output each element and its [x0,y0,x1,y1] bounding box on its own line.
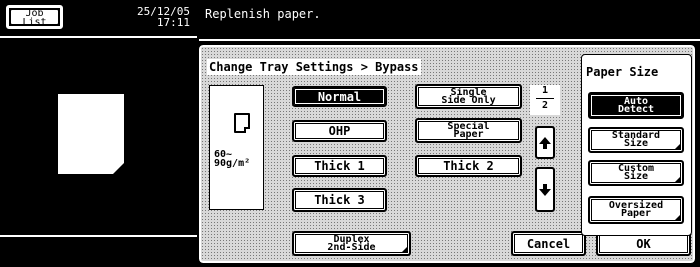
page-total: 2 [541,100,549,111]
ohp-button[interactable]: OHP [292,120,387,142]
duplex-2nd-side-button[interactable]: Duplex 2nd-Side [292,231,411,256]
thick3-label: Thick 3 [314,193,365,207]
paper-weight-line2: 90g/m² [214,158,251,169]
ohp-label: OHP [328,124,351,138]
cancel-button[interactable]: Cancel [511,231,586,256]
special-paper-label-line2: Paper [453,128,484,140]
left-panel: Job List 25/12/05 17:11 [0,0,197,267]
paper-weight: 60~ 90g/m² [214,150,251,169]
thick1-label: Thick 1 [314,159,365,173]
single-side-label-line2: Side Only [441,94,496,106]
custom-size-button[interactable]: Custom Size [588,160,684,186]
auto-detect-label-line2: Detect [617,103,655,115]
oversized-paper-button[interactable]: Oversized Paper [588,196,684,224]
scroll-up-button[interactable] [535,126,555,159]
down-arrow-icon [539,183,551,196]
normal-label: Normal [317,89,362,104]
thick3-button[interactable]: Thick 3 [292,188,387,212]
page-divider [536,98,554,99]
cancel-label: Cancel [526,236,571,251]
thick2-button[interactable]: Thick 2 [415,155,522,177]
oversized-paper-label-line2: Paper [620,208,652,219]
document-icon [234,113,250,133]
ok-label: OK [636,236,651,251]
datetime: 25/12/05 17:11 [100,6,190,28]
up-arrow-icon [539,136,551,149]
breadcrumb: Change Tray Settings > Bypass [207,59,421,75]
copier-screen: Job List 25/12/05 17:11 Replenish paper.… [0,0,700,267]
auto-detect-button[interactable]: Auto Detect [588,92,684,119]
normal-button[interactable]: Normal [292,86,387,107]
single-side-only-button[interactable]: Single Side Only [415,84,522,109]
custom-size-label-line2: Size [623,171,649,182]
page-indicator: 1 2 [530,85,560,115]
standard-size-label-line2: Size [623,138,649,149]
special-paper-button[interactable]: Special Paper [415,118,522,143]
thick2-label: Thick 2 [443,159,494,173]
job-list-label-line2: List [22,17,47,28]
paper-fold [113,163,124,174]
divider [199,39,700,41]
scroll-down-button[interactable] [535,167,555,212]
status-message: Replenish paper. [205,7,321,21]
time: 17:11 [156,16,190,29]
paper-info-box [209,85,264,210]
paper-size-title: Paper Size [586,65,659,79]
thick1-button[interactable]: Thick 1 [292,155,387,177]
message-bar: Replenish paper. [199,0,700,36]
paper-icon [58,94,124,174]
page-current: 1 [541,85,549,96]
job-list-button[interactable]: Job List [6,5,63,29]
standard-size-button[interactable]: Standard Size [588,127,684,153]
duplex-label-line2: 2nd-Side [327,241,376,253]
